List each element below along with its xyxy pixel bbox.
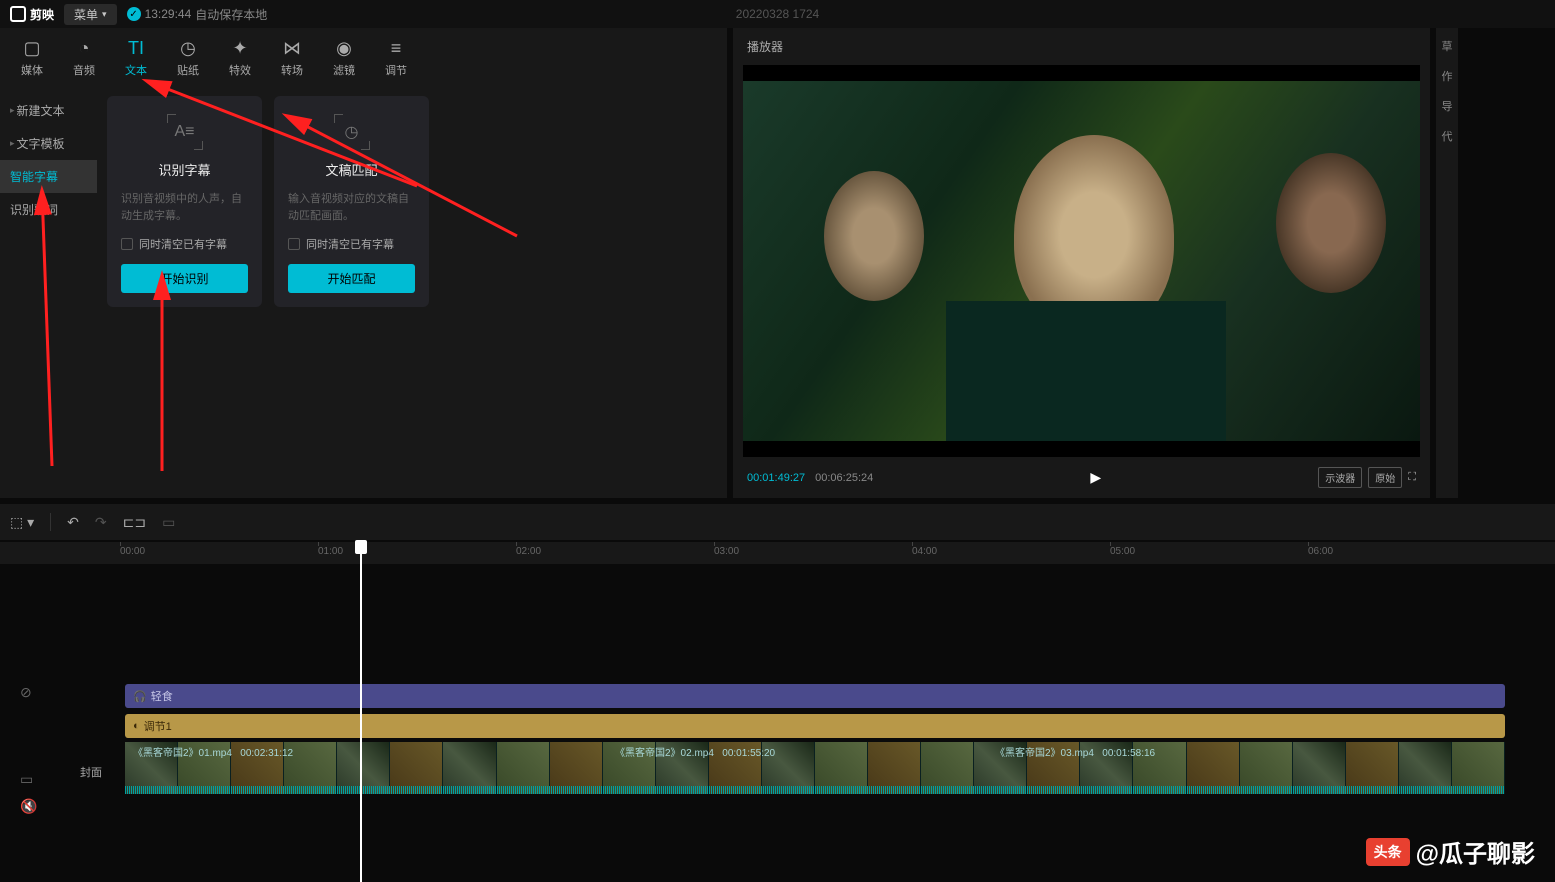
text-icon: TI (124, 36, 148, 60)
pointer-tool-icon[interactable]: ⬚ ▾ (10, 514, 34, 531)
player-panel: 播放器 00:01:49:27 00:06:25:24 ▶ 示波器 原始 ⛶ (733, 28, 1430, 498)
time-mark: 03:00 (714, 546, 739, 557)
filter-icon: ◉ (332, 36, 356, 60)
watermark-badge: 头条 (1366, 838, 1410, 866)
app-name: 剪映 (30, 6, 54, 23)
clip-label: 《黑客帝国2》01.mp4 00:02:31:12 (133, 744, 293, 759)
annotation-arrow (227, 106, 527, 251)
playhead[interactable] (360, 542, 362, 882)
right-tab[interactable]: 代 (1442, 128, 1453, 144)
start-match-button[interactable]: 开始匹配 (288, 264, 415, 293)
player-controls: 00:01:49:27 00:06:25:24 ▶ 示波器 原始 ⛶ (733, 457, 1430, 498)
original-button[interactable]: 原始 (1368, 467, 1402, 488)
menu-button[interactable]: 菜单 ▾ (64, 4, 117, 25)
time-mark: 01:00 (318, 546, 343, 557)
tab-sticker[interactable]: ◷贴纸 (176, 36, 200, 78)
tab-adjust[interactable]: ≡调节 (384, 36, 408, 78)
right-tab[interactable]: 作 (1442, 68, 1453, 84)
app-logo: 剪映 (10, 6, 54, 23)
media-icon: ▢ (20, 36, 44, 60)
time-mark: 00:00 (120, 546, 145, 557)
tab-audio[interactable]: ◔音频 (72, 36, 96, 78)
title-bar: 剪映 菜单 ▾ ✓ 13:29:44 自动保存本地 20220328 1724 (0, 0, 1555, 28)
chevron-right-icon: ▸ (10, 105, 15, 116)
tab-transition[interactable]: ⋈转场 (280, 36, 304, 78)
time-mark: 06:00 (1308, 546, 1333, 557)
logo-icon (10, 6, 26, 22)
watermark-text: @瓜子聊影 (1416, 834, 1535, 869)
scope-button[interactable]: 示波器 (1318, 467, 1362, 488)
delete-icon[interactable]: ▭ (162, 514, 175, 531)
tab-text[interactable]: TI文本 (124, 36, 148, 78)
tab-effects[interactable]: ✦特效 (228, 36, 252, 78)
timeline[interactable]: 00:00 01:00 02:00 03:00 04:00 05:00 06:0… (0, 542, 1555, 564)
adjust-track-icon: ◐ (133, 720, 140, 732)
time-mark: 04:00 (912, 546, 937, 557)
sidebar-item-template[interactable]: ▸文字模板 (0, 127, 97, 160)
start-recognize-button[interactable]: 开始识别 (121, 264, 248, 293)
project-title: 20220328 1724 (736, 7, 819, 21)
audio-track[interactable]: 🎧轻食 (125, 684, 1505, 708)
annotation-arrow (147, 271, 177, 486)
checkbox-icon[interactable] (121, 238, 133, 250)
annotation-arrow (37, 186, 67, 481)
clip-label: 《黑客帝国2》03.mp4 00:01:58:16 (995, 744, 1155, 759)
chevron-right-icon: ▸ (10, 138, 15, 149)
video-preview[interactable] (743, 65, 1420, 457)
time-mark: 05:00 (1110, 546, 1135, 557)
fullscreen-icon[interactable]: ⛶ (1408, 471, 1416, 484)
preview-icon[interactable]: ▭ (20, 771, 37, 788)
sticker-icon: ◷ (176, 36, 200, 60)
audio-icon: ◔ (72, 36, 96, 60)
audio-waveform (125, 786, 1505, 794)
play-button[interactable]: ▶ (1090, 469, 1101, 486)
split-icon[interactable]: ⊏⊐ (123, 514, 146, 531)
mute-icon[interactable]: 🔇 (20, 798, 37, 815)
effects-icon: ✦ (228, 36, 252, 60)
link-icon[interactable]: ⊘ (20, 684, 37, 701)
cards-container: A≡ 识别字幕 识别音视频中的人声，自动生成字幕。 同时清空已有字幕 开始识别 … (97, 86, 727, 498)
adjust-icon: ≡ (384, 36, 408, 60)
sidebar-item-newtext[interactable]: ▸新建文本 (0, 94, 97, 127)
headphone-icon: 🎧 (133, 690, 147, 703)
undo-icon[interactable]: ↶ (67, 514, 79, 531)
video-track[interactable]: 《黑客帝国2》01.mp4 00:02:31:12 《黑客帝国2》02.mp4 … (125, 742, 1505, 794)
check-icon: ✓ (127, 7, 141, 21)
transition-icon: ⋈ (280, 36, 304, 60)
cover-button[interactable]: 封面 (80, 764, 102, 780)
clip-label: 《黑客帝国2》02.mp4 00:01:55:20 (615, 744, 775, 759)
player-title: 播放器 (733, 28, 1430, 65)
time-mark: 02:00 (516, 546, 541, 557)
chevron-down-icon: ▾ (102, 9, 107, 20)
tab-media[interactable]: ▢媒体 (20, 36, 44, 78)
media-panel: ▢媒体 ◔音频 TI文本 ◷贴纸 ✦特效 ⋈转场 ◉滤镜 ≡调节 ▸新建文本 ▸… (0, 28, 727, 498)
total-time: 00:06:25:24 (815, 472, 873, 484)
watermark: 头条 @瓜子聊影 (1366, 834, 1535, 869)
current-time: 00:01:49:27 (747, 472, 805, 484)
redo-icon[interactable]: ↷ (95, 514, 107, 531)
right-tab[interactable]: 草 (1442, 38, 1453, 54)
adjust-track[interactable]: ◐调节1 (125, 714, 1505, 738)
right-sidebar: 草 作 导 代 (1436, 28, 1458, 498)
timeline-toolbar: ⬚ ▾ ↶ ↷ ⊏⊐ ▭ (0, 504, 1555, 540)
right-tab[interactable]: 导 (1442, 98, 1453, 114)
autosave-status: ✓ 13:29:44 自动保存本地 (127, 6, 268, 23)
tab-filter[interactable]: ◉滤镜 (332, 36, 356, 78)
video-frame (743, 81, 1420, 441)
time-ruler[interactable]: 00:00 01:00 02:00 03:00 04:00 05:00 06:0… (120, 542, 1555, 564)
